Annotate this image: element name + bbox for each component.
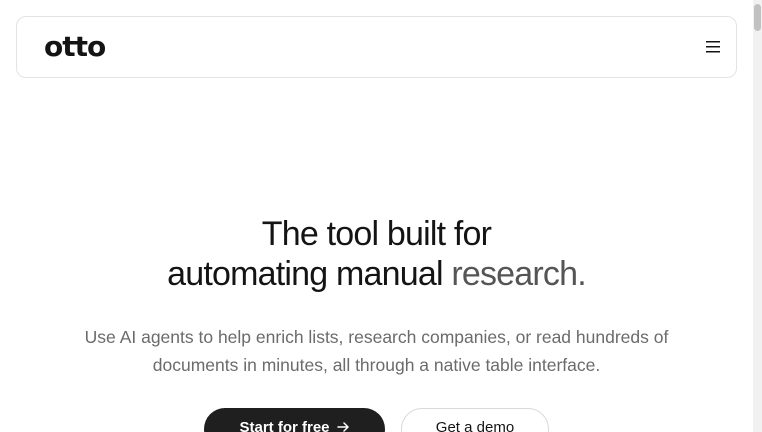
hero-title-line-1: The tool built for [261,215,492,253]
hero-title-line-2: automating manual research. [0,254,753,294]
start-for-free-button[interactable]: Start for free [204,408,385,432]
arrow-right-icon [336,422,349,432]
page: otto The tool built for automating manua… [0,0,762,432]
scrollbar-thumb[interactable] [754,4,761,31]
cta-row: Start for free Get a demo [0,408,753,432]
hero-subtitle: Use AI agents to help enrich lists, rese… [84,327,669,375]
hero-title: The tool built for automating manual res… [0,214,753,294]
menu-button[interactable] [705,38,721,56]
get-a-demo-label: Get a demo [435,419,515,432]
vertical-scrollbar[interactable] [753,0,762,432]
get-a-demo-button[interactable]: Get a demo [401,408,549,432]
otto-logo[interactable]: otto [44,29,106,65]
hamburger-menu-icon [706,41,720,53]
hero-title-accent: research. [451,255,586,293]
top-navbar: otto [16,16,737,78]
hero-title-main: automating manual [167,255,452,293]
hero-section: The tool built for automating manual res… [0,214,753,379]
start-for-free-label: Start for free [239,419,330,432]
